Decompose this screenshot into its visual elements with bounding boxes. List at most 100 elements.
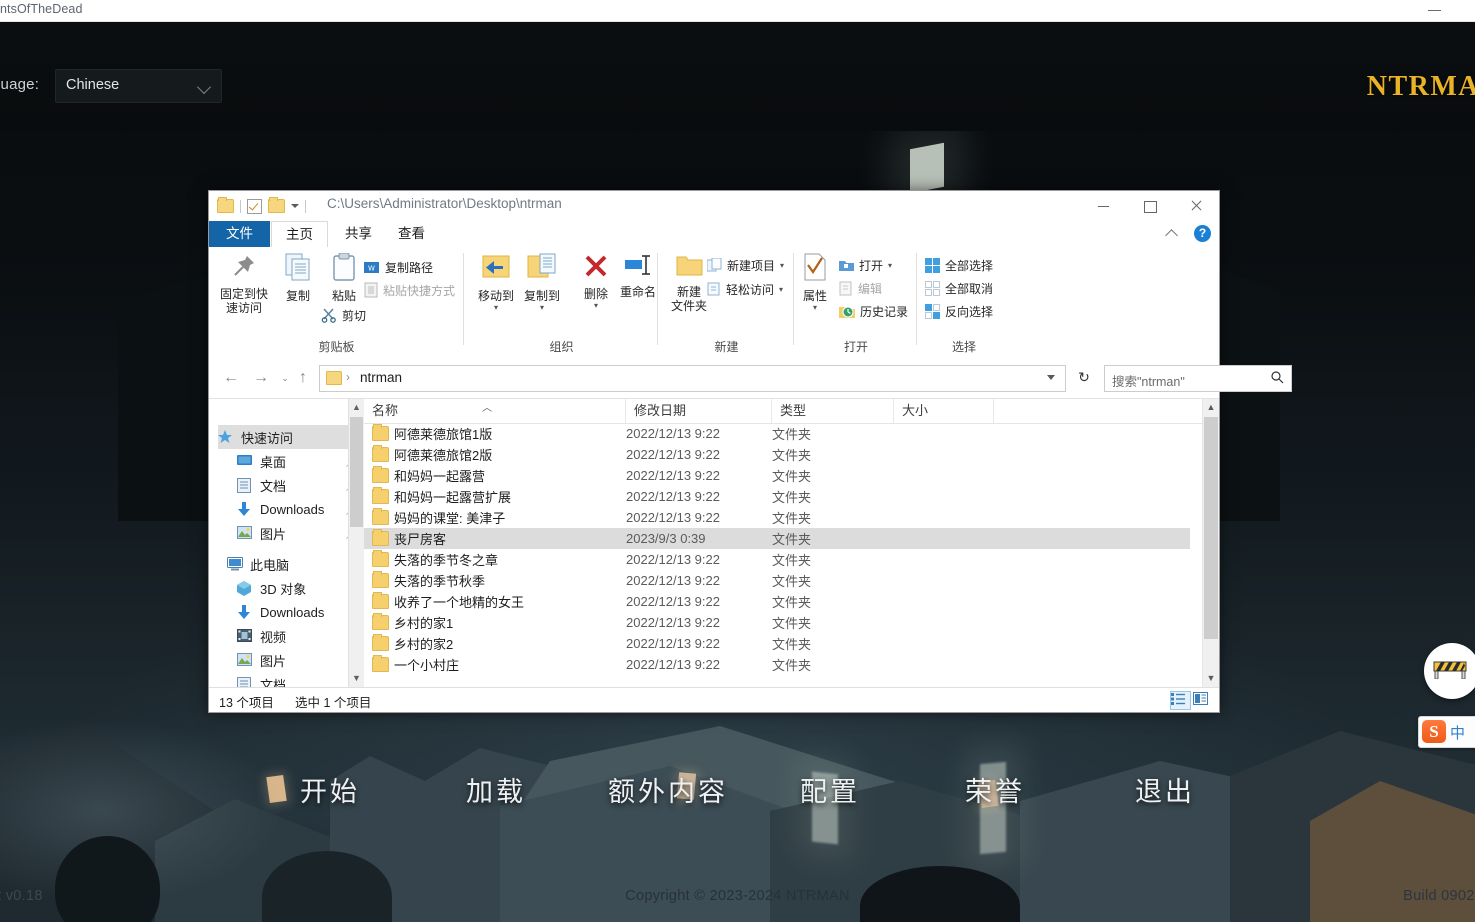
refresh-button[interactable]: ↻ (1071, 365, 1097, 390)
column-header-type[interactable]: 类型 (772, 399, 894, 423)
tab-file[interactable]: 文件 (209, 221, 270, 247)
table-row[interactable]: 乡村的家2 2022/12/13 9:22 文件夹 (364, 633, 1190, 654)
table-row[interactable]: 失落的季节秋季 2022/12/13 9:22 文件夹 (364, 570, 1190, 591)
table-row[interactable]: 失落的季节冬之章 2022/12/13 9:22 文件夹 (364, 549, 1190, 570)
new-folder-qat-icon[interactable] (268, 197, 285, 213)
menu-item-config[interactable]: 配置 (800, 770, 860, 809)
new-item-button[interactable]: 新建项目 ▾ (707, 255, 784, 275)
search-box[interactable]: 搜索"ntrman" (1104, 365, 1292, 392)
paste-shortcut-button[interactable]: 粘贴快捷方式 (364, 280, 455, 300)
qat-divider (240, 199, 241, 213)
paste-button[interactable]: 粘贴 (317, 252, 371, 303)
file-list-scrollbar[interactable]: ▲ ▼ (1202, 399, 1219, 687)
ribbon-group-open: 属性 ▾ 打开 ▾ 编辑 历史记录 打开 (795, 247, 917, 358)
chevron-down-icon[interactable]: ▾ (888, 261, 892, 270)
sidebar-item-downloads[interactable]: Downloads 📌 (237, 497, 356, 521)
menu-item-exit[interactable]: 退出 (1135, 770, 1195, 809)
column-header-date[interactable]: 修改日期 (626, 399, 772, 423)
chevron-down-icon[interactable]: ▾ (515, 303, 569, 312)
scroll-down-arrow[interactable]: ▼ (1203, 670, 1219, 687)
table-row-selected[interactable]: 丧尸房客 2023/9/3 0:39 文件夹 (364, 528, 1190, 549)
edit-button[interactable]: 编辑 (839, 278, 882, 298)
scrollbar-thumb[interactable] (350, 417, 363, 527)
table-row[interactable]: 乡村的家1 2022/12/13 9:22 文件夹 (364, 612, 1190, 633)
tab-view[interactable]: 查看 (384, 221, 439, 247)
menu-item-extras[interactable]: 额外内容 (608, 770, 728, 809)
sidebar-item-3d-objects[interactable]: 3D 对象 (237, 576, 306, 600)
menu-item-credits[interactable]: 荣誉 (965, 770, 1025, 809)
chevron-down-icon[interactable] (291, 204, 299, 208)
select-all-button[interactable]: 全部选择 (925, 255, 993, 275)
easy-access-button[interactable]: 轻松访问 ▾ (707, 279, 783, 299)
navigation-pane-scrollbar[interactable]: ▲ ▼ (348, 399, 364, 687)
floating-helper-button[interactable] (1424, 643, 1475, 699)
chevron-down-icon[interactable]: ▾ (780, 261, 784, 270)
up-button[interactable]: ↑ (291, 366, 315, 390)
history-button[interactable]: 历史记录 (839, 301, 908, 321)
sidebar-label: 快速访问 (241, 430, 294, 446)
sidebar-item-videos[interactable]: 视频 (237, 624, 286, 648)
menu-item-start[interactable]: 开始 (300, 770, 360, 809)
table-row[interactable]: 收养了一个地精的女王 2022/12/13 9:22 文件夹 (364, 591, 1190, 612)
ime-indicator[interactable]: S 中 (1418, 716, 1475, 748)
footer-copyright: Copyright © 2023-2024 NTRMAN (625, 888, 850, 904)
sidebar-item-downloads-pc[interactable]: Downloads (237, 600, 324, 624)
column-header-name[interactable]: 名称 ︿ (364, 399, 626, 423)
minimize-button[interactable] (1081, 191, 1127, 221)
table-row[interactable]: 阿德莱德旅馆1版 2022/12/13 9:22 文件夹 (364, 423, 1190, 444)
help-button[interactable]: ? (1194, 225, 1211, 242)
back-button[interactable]: ← (219, 366, 243, 390)
breadcrumb-current[interactable]: ntrman (360, 370, 402, 385)
sidebar-item-quick-access[interactable]: 快速访问 (218, 425, 356, 449)
copy-to-button[interactable]: 复制到 ▾ (515, 253, 569, 312)
address-bar[interactable]: › ntrman (319, 365, 1066, 392)
chevron-down-icon[interactable]: ▾ (779, 285, 783, 294)
tiles-view-button[interactable] (1192, 691, 1213, 710)
file-list-pane: 名称 ︿ 修改日期 类型 大小 阿德莱德旅馆1版 2022/12/13 9:22… (364, 399, 1219, 687)
ribbon-group-label-open: 打开 (843, 340, 868, 354)
folder-icon (372, 508, 389, 525)
maximize-button[interactable] (1127, 191, 1173, 221)
scroll-up-arrow[interactable]: ▲ (1203, 399, 1219, 416)
copy-path-button[interactable]: W 复制路径 (364, 257, 433, 277)
properties-button[interactable]: 属性 ▾ (797, 253, 833, 312)
table-row[interactable]: 阿德莱德旅馆2版 2022/12/13 9:22 文件夹 (364, 444, 1190, 465)
tab-share[interactable]: 共享 (331, 221, 386, 247)
chevron-down-icon[interactable]: ▾ (569, 301, 623, 310)
properties-qat-icon[interactable] (247, 198, 262, 214)
minimize-icon[interactable] (1425, 3, 1445, 17)
sidebar-item-this-pc[interactable]: 此电脑 (227, 552, 289, 576)
forward-button[interactable]: → (249, 366, 273, 390)
file-type: 文件夹 (772, 553, 812, 568)
search-input[interactable]: 搜索"ntrman" (1112, 371, 1185, 390)
tab-home[interactable]: 主页 (271, 221, 328, 248)
sidebar-item-desktop[interactable]: 桌面 📌 (237, 449, 356, 473)
sidebar-item-documents[interactable]: 文档 📌 (237, 473, 356, 497)
sidebar-item-pictures[interactable]: 图片 📌 (237, 521, 356, 545)
menu-item-load[interactable]: 加载 (466, 770, 526, 809)
table-row[interactable]: 一个小村庄 2022/12/13 9:22 文件夹 (364, 654, 1190, 675)
column-header-size[interactable]: 大小 (894, 399, 994, 423)
ime-mode-label[interactable]: 中 (1450, 722, 1465, 743)
chevron-down-icon[interactable]: ▾ (797, 303, 833, 312)
invert-selection-button[interactable]: 反向选择 (925, 301, 993, 321)
new-folder-button[interactable]: 新建 文件夹 (665, 253, 713, 313)
details-view-button[interactable] (1170, 691, 1191, 710)
sidebar-item-documents-pc[interactable]: 文档 (237, 672, 286, 687)
chevron-down-icon[interactable] (1047, 375, 1055, 380)
scroll-down-arrow[interactable]: ▼ (349, 670, 364, 687)
scrollbar-thumb[interactable] (1204, 417, 1218, 639)
ribbon-group-new: 新建 文件夹 新建项目 ▾ 轻松访问 ▾ 新建 (659, 247, 794, 358)
table-row[interactable]: 和妈妈一起露营扩展 2022/12/13 9:22 文件夹 (364, 486, 1190, 507)
close-button[interactable] (1173, 191, 1219, 221)
open-button[interactable]: 打开 ▾ (839, 255, 892, 275)
scroll-up-arrow[interactable]: ▲ (349, 399, 364, 416)
table-row[interactable]: 和妈妈一起露营 2022/12/13 9:22 文件夹 (364, 465, 1190, 486)
pin-to-quick-access-button[interactable]: 固定到快 速访问 (217, 253, 271, 315)
language-select[interactable]: Chinese (55, 69, 222, 103)
table-row[interactable]: 妈妈的课堂: 美津子 2022/12/13 9:22 文件夹 (364, 507, 1190, 528)
chevron-up-icon[interactable] (1165, 226, 1179, 240)
sidebar-item-pictures-pc[interactable]: 图片 (237, 648, 286, 672)
select-none-button[interactable]: 全部取消 (925, 278, 993, 298)
cut-button[interactable]: 剪切 (321, 305, 366, 325)
